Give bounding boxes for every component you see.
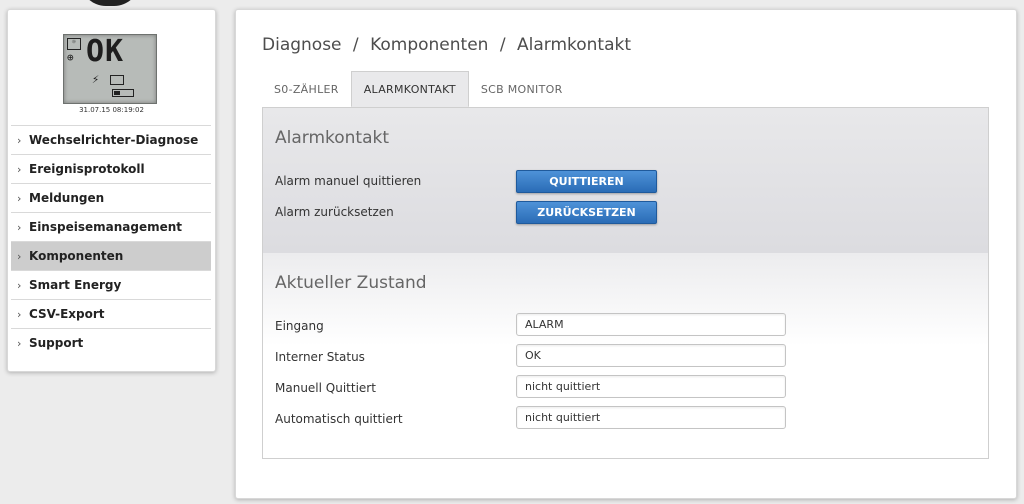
reset-label: Alarm zurücksetzen: [275, 205, 394, 219]
sidebar-item-label: Einspeisemanagement: [29, 220, 183, 234]
alarm-section: Alarmkontakt Alarm manuel quittieren QUI…: [263, 108, 988, 254]
tab-panel: Alarmkontakt Alarm manuel quittieren QUI…: [262, 107, 989, 459]
section-title: Alarmkontakt: [275, 128, 390, 148]
breadcrumb-diagnose[interactable]: Diagnose: [262, 35, 342, 55]
zuruecksetzen-button[interactable]: ZURÜCKSETZEN: [516, 201, 657, 224]
sidebar-item-wechselrichter-diagnose[interactable]: › Wechselrichter-Diagnose: [11, 125, 211, 154]
sidebar-item-support[interactable]: › Support: [11, 328, 211, 357]
battery-icon: [112, 89, 134, 97]
sidebar-item-komponenten[interactable]: › Komponenten: [11, 241, 211, 270]
breadcrumb-separator: /: [499, 35, 506, 55]
tab-bar: S0-ZÄHLER ALARMKONTAKT SCB MONITOR: [262, 71, 575, 108]
sidebar-item-label: Ereignisprotokoll: [29, 162, 145, 176]
sidebar-nav: › Wechselrichter-Diagnose › Ereignisprot…: [11, 125, 211, 357]
manuell-quittiert-label: Manuell Quittiert: [275, 381, 376, 395]
sidebar-item-ereignisprotokoll[interactable]: › Ereignisprotokoll: [11, 154, 211, 183]
meter-icon: [110, 75, 124, 85]
sidebar: ☼ ⊕ OK ⚡ 31.07.15 08:19:02 › Wechselrich…: [7, 9, 216, 372]
quittieren-button[interactable]: QUITTIEREN: [516, 170, 657, 193]
breadcrumb-komponenten[interactable]: Komponenten: [370, 35, 488, 55]
sidebar-item-label: Smart Energy: [29, 278, 122, 292]
breadcrumb: Diagnose / Komponenten / Alarmkontakt: [262, 35, 637, 55]
chevron-right-icon: ›: [17, 249, 22, 263]
automatisch-quittiert-field: nicht quittiert: [516, 406, 786, 429]
sidebar-item-label: Komponenten: [29, 249, 124, 263]
sidebar-item-label: Meldungen: [29, 191, 105, 205]
acknowledge-label: Alarm manuel quittieren: [275, 174, 422, 188]
sidebar-item-label: Wechselrichter-Diagnose: [29, 133, 199, 147]
device-timestamp: 31.07.15 08:19:02: [79, 106, 144, 114]
chevron-right-icon: ›: [17, 278, 22, 292]
chevron-right-icon: ›: [17, 336, 22, 350]
sidebar-item-smart-energy[interactable]: › Smart Energy: [11, 270, 211, 299]
interner-status-label: Interner Status: [275, 350, 365, 364]
chevron-right-icon: ›: [17, 220, 22, 234]
tab-scb-monitor[interactable]: SCB MONITOR: [469, 71, 575, 107]
sidebar-item-label: Support: [29, 336, 84, 350]
interner-status-field: OK: [516, 344, 786, 367]
pv-module-icon: ☼: [67, 38, 81, 50]
automatisch-quittiert-label: Automatisch quittiert: [275, 412, 403, 426]
manuell-quittiert-field: nicht quittiert: [516, 375, 786, 398]
eingang-field: ALARM: [516, 313, 786, 336]
eingang-label: Eingang: [275, 319, 324, 333]
globe-icon: ⊕: [67, 51, 74, 64]
chevron-right-icon: ›: [17, 162, 22, 176]
lcd-status-text: OK: [86, 34, 125, 69]
corner-decoration: [80, 0, 140, 6]
tab-alarmkontakt[interactable]: ALARMKONTAKT: [350, 71, 469, 107]
chevron-right-icon: ›: [17, 133, 22, 147]
breadcrumb-separator: /: [352, 35, 359, 55]
chevron-right-icon: ›: [17, 307, 22, 321]
sidebar-item-einspeisemanagement[interactable]: › Einspeisemanagement: [11, 212, 211, 241]
status-section: Aktueller Zustand Eingang ALARM Interner…: [263, 253, 988, 458]
tab-s0-zaehler[interactable]: S0-ZÄHLER: [262, 71, 351, 107]
sidebar-item-meldungen[interactable]: › Meldungen: [11, 183, 211, 212]
main-content: Diagnose / Komponenten / Alarmkontakt S0…: [235, 9, 1017, 499]
sidebar-item-csv-export[interactable]: › CSV-Export: [11, 299, 211, 328]
breadcrumb-alarmkontakt: Alarmkontakt: [516, 35, 632, 55]
section-title: Aktueller Zustand: [275, 273, 427, 293]
power-mast-icon: ⚡: [92, 72, 100, 86]
chevron-right-icon: ›: [17, 191, 22, 205]
device-lcd-display: ☼ ⊕ OK ⚡: [63, 34, 157, 104]
sidebar-item-label: CSV-Export: [29, 307, 105, 321]
